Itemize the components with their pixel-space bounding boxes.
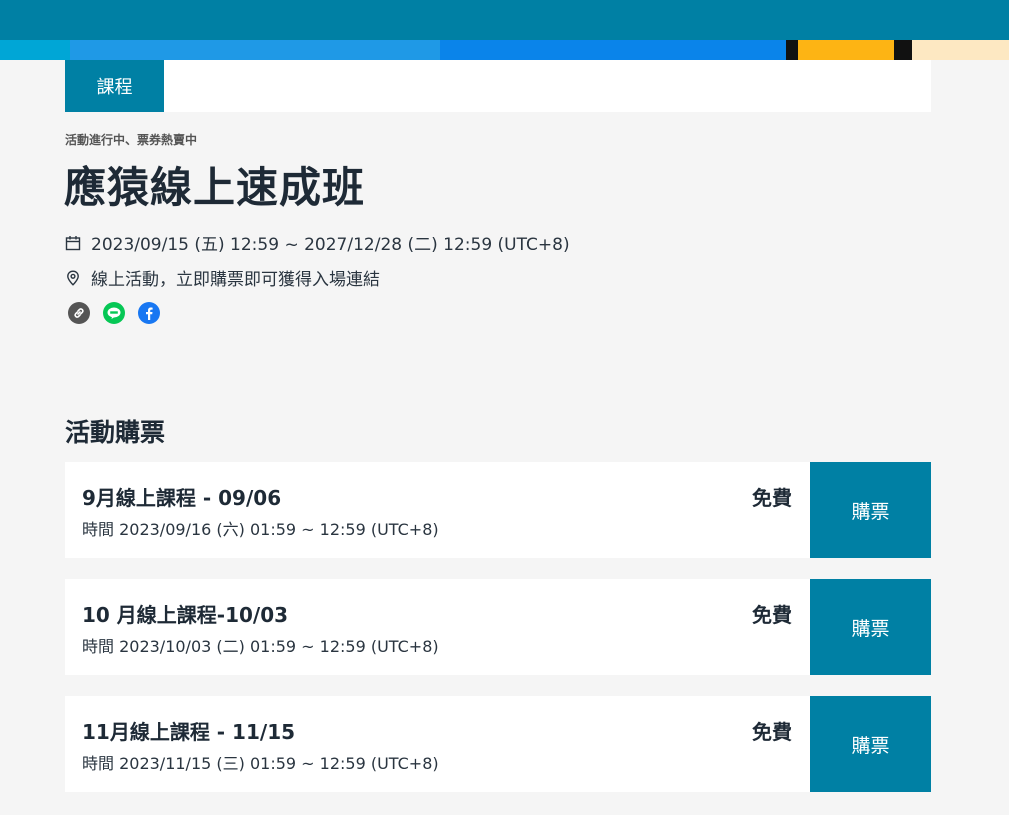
event-location-row: 線上活動，立即購票即可獲得入場連結 xyxy=(65,265,380,290)
top-banner xyxy=(0,0,1009,60)
ticket-name: 11月線上課程 - 11/15 xyxy=(82,720,296,744)
ticket-price: 免費 xyxy=(752,603,792,627)
event-status: 活動進行中、票券熱賣中 xyxy=(65,133,198,147)
line-icon[interactable] xyxy=(103,302,125,324)
ticket-price: 免費 xyxy=(752,486,792,510)
ticket-card: 9月線上課程 - 09/06 時間 2023/09/16 (六) 01:59 ~… xyxy=(65,462,931,558)
banner-image-stripe xyxy=(0,40,1009,60)
tickets-section-title: 活動購票 xyxy=(65,418,166,447)
calendar-icon xyxy=(65,235,81,251)
tab-bar: 課程 xyxy=(65,60,931,112)
buy-ticket-button[interactable]: 購票 xyxy=(810,696,931,792)
buy-ticket-button[interactable]: 購票 xyxy=(810,579,931,675)
event-location-text: 線上活動，立即購票即可獲得入場連結 xyxy=(91,270,380,290)
event-date-row: 2023/09/15 (五) 12:59 ~ 2027/12/28 (二) 12… xyxy=(65,230,570,255)
facebook-icon[interactable] xyxy=(138,302,160,324)
event-date-text: 2023/09/15 (五) 12:59 ~ 2027/12/28 (二) 12… xyxy=(91,235,570,255)
buy-ticket-button[interactable]: 購票 xyxy=(810,462,931,558)
ticket-card: 11月線上課程 - 11/15 時間 2023/11/15 (三) 01:59 … xyxy=(65,696,931,792)
link-icon[interactable] xyxy=(68,302,90,324)
page-title: 應猿線上速成班 xyxy=(64,163,366,212)
tab-course[interactable]: 課程 xyxy=(65,60,164,112)
ticket-time: 時間 2023/10/03 (二) 01:59 ~ 12:59 (UTC+8) xyxy=(82,637,439,656)
banner-image-top xyxy=(0,0,1009,40)
share-buttons xyxy=(68,302,160,324)
ticket-time: 時間 2023/11/15 (三) 01:59 ~ 12:59 (UTC+8) xyxy=(82,754,439,773)
ticket-card: 10 月線上課程-10/03 時間 2023/10/03 (二) 01:59 ~… xyxy=(65,579,931,675)
ticket-time: 時間 2023/09/16 (六) 01:59 ~ 12:59 (UTC+8) xyxy=(82,520,439,539)
ticket-name: 10 月線上課程-10/03 xyxy=(82,603,289,627)
ticket-name: 9月線上課程 - 09/06 xyxy=(82,486,282,510)
ticket-price: 免費 xyxy=(752,720,792,744)
location-pin-icon xyxy=(65,269,81,286)
